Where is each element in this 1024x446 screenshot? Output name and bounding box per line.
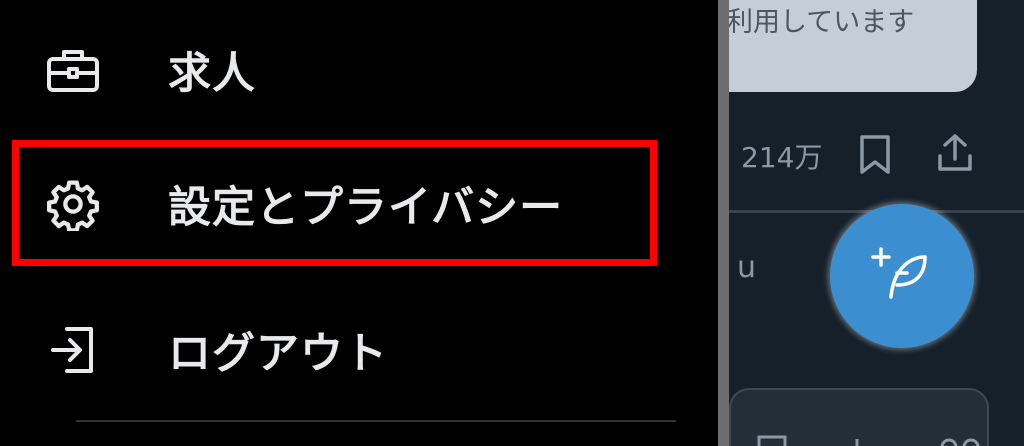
view-count: 214万 [741, 141, 823, 174]
bookmark-icon[interactable] [857, 134, 893, 180]
share-icon[interactable] [935, 132, 975, 178]
tweet-card: 利用しています [729, 0, 977, 92]
tweet-card-text: 利用しています [729, 7, 915, 38]
menu-label-logout: ログアウト [168, 329, 388, 379]
highlight-box [12, 140, 657, 266]
side-drawer: 求人 設定とプライバシー ログアウト [0, 0, 718, 446]
menu-item-jobs[interactable]: 求人 [0, 20, 718, 120]
timeline-background: 利用しています 214万 u [729, 0, 1024, 446]
briefcase-icon [45, 42, 101, 98]
next-tweet-icons [749, 432, 999, 446]
compose-feather-icon [867, 239, 937, 313]
logout-icon [45, 322, 101, 378]
tweet-action-row: 214万 [729, 130, 1024, 180]
drawer-divider [76, 420, 676, 422]
compose-tweet-button[interactable] [830, 204, 974, 348]
menu-item-logout[interactable]: ログアウト [0, 300, 718, 400]
partial-text: u [737, 250, 757, 285]
drawer-edge [718, 0, 729, 446]
menu-label-jobs: 求人 [168, 49, 256, 99]
